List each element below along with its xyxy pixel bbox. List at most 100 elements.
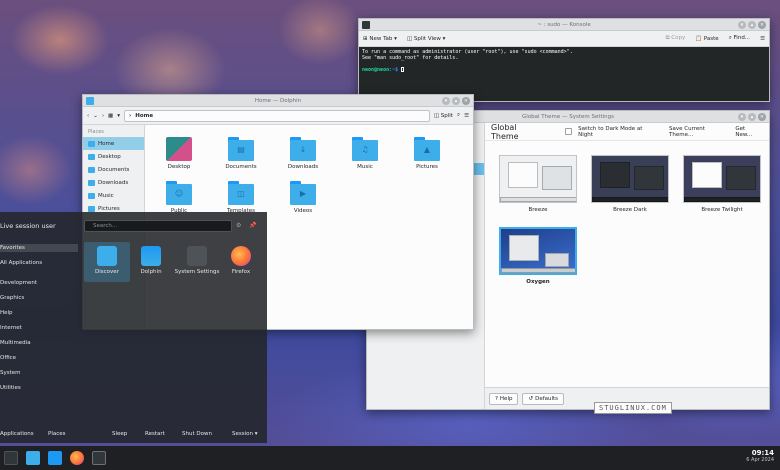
konsole-icon[interactable] bbox=[92, 451, 106, 465]
minimize-icon[interactable]: ▾ bbox=[738, 21, 746, 29]
settings-icon[interactable]: ⚙ bbox=[236, 222, 241, 229]
search-input[interactable]: Search... bbox=[84, 220, 232, 232]
sidebar-item-documents[interactable]: Documents bbox=[83, 163, 144, 176]
launcher-icon[interactable] bbox=[4, 451, 18, 465]
application-launcher[interactable]: Live session user Search... ⚙ 📌 Favorite… bbox=[0, 212, 267, 443]
konsole-toolbar: ⊞ New Tab ▾ ◫ Split View ▾ ⧉ Copy 📋 Past… bbox=[359, 31, 769, 47]
location-bar[interactable]: › Home bbox=[123, 109, 430, 122]
konsole-title: ~ : sudo — Konsole bbox=[537, 21, 591, 28]
folder-icon: ☺ bbox=[166, 181, 192, 205]
folder-documents[interactable]: ▤ Documents bbox=[213, 137, 269, 170]
minimize-icon[interactable]: ▾ bbox=[442, 97, 450, 105]
tab-places[interactable]: Places bbox=[48, 431, 66, 437]
folder-icon: ▲ bbox=[414, 137, 440, 161]
home-icon bbox=[88, 140, 95, 147]
theme-breeze-dark[interactable]: Breeze Dark bbox=[591, 155, 669, 213]
folder-icon: ▶ bbox=[290, 181, 316, 205]
breadcrumb: Home bbox=[135, 112, 154, 119]
copy-button[interactable]: ⧉ Copy bbox=[666, 35, 686, 42]
new-tab-button[interactable]: ⊞ New Tab ▾ bbox=[363, 36, 397, 42]
search-icon[interactable]: ⌕ bbox=[457, 112, 460, 119]
dolphin-icon[interactable] bbox=[48, 451, 62, 465]
sidebar-item-downloads[interactable]: Downloads bbox=[83, 176, 144, 189]
discover-icon[interactable] bbox=[26, 451, 40, 465]
dolphin-icon bbox=[141, 246, 161, 266]
folder-music[interactable]: ♫ Music bbox=[337, 137, 393, 170]
maximize-icon[interactable]: ▴ bbox=[748, 113, 756, 121]
view-mode-chevron-icon[interactable]: ▾ bbox=[117, 113, 120, 119]
theme-thumbnail bbox=[499, 155, 577, 203]
sidebar-item-desktop[interactable]: Desktop bbox=[83, 150, 144, 163]
prompt-path: :~$ bbox=[389, 67, 399, 73]
terminal-line: See "man sudo_root" for details. bbox=[362, 55, 459, 61]
app-system-settings[interactable]: System Settings bbox=[174, 246, 220, 275]
minimize-icon[interactable]: ▾ bbox=[738, 113, 746, 121]
konsole-titlebar[interactable]: ~ : sudo — Konsole ▾ ▴ × bbox=[359, 19, 769, 31]
forward-icon[interactable]: › bbox=[102, 113, 104, 119]
theme-oxygen[interactable]: Oxygen bbox=[499, 227, 577, 285]
app-dolphin[interactable]: Dolphin bbox=[128, 246, 174, 275]
settings-content: Global Theme Switch to Dark Mode at Nigh… bbox=[485, 123, 769, 409]
close-icon[interactable]: × bbox=[758, 21, 766, 29]
close-icon[interactable]: × bbox=[758, 113, 766, 121]
pin-icon[interactable]: 📌 bbox=[249, 222, 256, 229]
split-view-button[interactable]: ◫ Split View ▾ bbox=[407, 36, 445, 42]
konsole-window[interactable]: ~ : sudo — Konsole ▾ ▴ × ⊞ New Tab ▾ ◫ S… bbox=[358, 18, 770, 102]
shutdown-button[interactable]: Shut Down bbox=[182, 431, 212, 437]
folder-downloads[interactable]: ↓ Downloads bbox=[275, 137, 331, 170]
app-firefox[interactable]: Firefox bbox=[218, 246, 264, 275]
defaults-button[interactable]: ↺ Defaults bbox=[522, 392, 565, 405]
defaults-icon: ↺ bbox=[528, 395, 534, 402]
folder-desktop[interactable]: Desktop bbox=[151, 137, 207, 170]
save-theme-button[interactable]: Save Current Theme... bbox=[669, 126, 729, 138]
close-icon[interactable]: × bbox=[462, 97, 470, 105]
history-chevron-icon[interactable]: ⌄ bbox=[93, 113, 98, 119]
paste-button[interactable]: 📋 Paste bbox=[695, 36, 718, 42]
category-favorites[interactable]: Favorites bbox=[0, 244, 78, 252]
theme-breeze-twilight[interactable]: Breeze Twilight bbox=[683, 155, 761, 213]
sidebar-item-music[interactable]: Music bbox=[83, 189, 144, 202]
app-discover[interactable]: Discover bbox=[84, 242, 130, 282]
dolphin-title: Home — Dolphin bbox=[254, 97, 302, 104]
menu-icon[interactable]: ☰ bbox=[760, 36, 765, 42]
category-help[interactable]: Help bbox=[0, 309, 78, 317]
firefox-icon[interactable] bbox=[70, 451, 84, 465]
menu-icon[interactable]: ☰ bbox=[464, 113, 469, 119]
folder-public[interactable]: ☺ Public bbox=[151, 181, 207, 214]
category-system[interactable]: System bbox=[0, 369, 78, 377]
firefox-icon bbox=[231, 246, 251, 266]
folder-videos[interactable]: ▶ Videos bbox=[275, 181, 331, 214]
terminal-cursor bbox=[401, 67, 405, 72]
help-button[interactable]: ? Help bbox=[489, 392, 519, 405]
split-button[interactable]: ◫ Split bbox=[434, 113, 453, 119]
tab-applications[interactable]: Applications bbox=[0, 431, 34, 437]
view-mode-icon[interactable]: ▦ bbox=[108, 113, 113, 119]
dolphin-titlebar[interactable]: Home — Dolphin ▾ ▴ × bbox=[83, 95, 473, 107]
category-office[interactable]: Office bbox=[0, 354, 78, 362]
folder-templates[interactable]: ◫ Templates bbox=[213, 181, 269, 214]
maximize-icon[interactable]: ▴ bbox=[748, 21, 756, 29]
category-multimedia[interactable]: Multimedia bbox=[0, 339, 78, 347]
dark-mode-checkbox[interactable] bbox=[565, 128, 573, 135]
category-graphics[interactable]: Graphics bbox=[0, 294, 78, 302]
category-utilities[interactable]: Utilities bbox=[0, 384, 78, 392]
downloads-icon bbox=[88, 179, 95, 186]
back-icon[interactable]: ‹ bbox=[87, 113, 89, 119]
folder-icon: ♫ bbox=[352, 137, 378, 161]
sleep-button[interactable]: Sleep bbox=[112, 431, 127, 437]
category-all-applications[interactable]: All Applications bbox=[0, 259, 78, 267]
dark-mode-label: Switch to Dark Mode at Night bbox=[578, 125, 643, 138]
sidebar-item-home[interactable]: Home bbox=[83, 137, 144, 150]
category-development[interactable]: Development bbox=[0, 279, 78, 287]
session-button[interactable]: Session ▾ bbox=[232, 431, 258, 437]
category-internet[interactable]: Internet bbox=[0, 324, 78, 332]
restart-button[interactable]: Restart bbox=[145, 431, 165, 437]
theme-breeze[interactable]: Breeze bbox=[499, 155, 577, 213]
clock[interactable]: 09:14 6 Apr 2024 bbox=[746, 449, 774, 463]
get-new-button[interactable]: Get New... bbox=[735, 126, 763, 138]
folder-pictures[interactable]: ▲ Pictures bbox=[399, 137, 455, 170]
help-icon: ? bbox=[495, 395, 498, 402]
folder-icon: ↓ bbox=[290, 137, 316, 161]
find-button[interactable]: ⌕ Find... bbox=[729, 35, 750, 42]
maximize-icon[interactable]: ▴ bbox=[452, 97, 460, 105]
